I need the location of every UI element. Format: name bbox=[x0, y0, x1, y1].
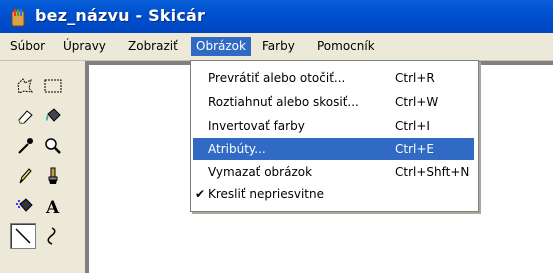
menu-item-label: Vymazať obrázok bbox=[208, 165, 313, 179]
free-form-select-icon[interactable] bbox=[12, 73, 38, 99]
window-title: bez_názvu - Skicár bbox=[35, 6, 206, 25]
svg-text:A: A bbox=[45, 198, 60, 216]
obrazok-menu: Prevrátiť alebo otočiť... Ctrl+R Roztiah… bbox=[190, 60, 479, 212]
eraser-icon[interactable] bbox=[12, 103, 38, 129]
menu-item-label: Prevrátiť alebo otočiť... bbox=[208, 71, 346, 85]
brush-icon[interactable] bbox=[40, 163, 66, 189]
menu-item-shortcut: Ctrl+I bbox=[395, 119, 430, 133]
curve-icon[interactable] bbox=[40, 223, 66, 249]
menu-item-label: Atribúty... bbox=[208, 142, 266, 156]
paint-window: bez_názvu - Skicár Súbor Úpravy Zobraziť… bbox=[0, 0, 553, 273]
menu-item-shortcut: Ctrl+Shft+N bbox=[395, 165, 470, 179]
magnifier-icon[interactable] bbox=[40, 133, 66, 159]
paint-app-icon bbox=[11, 9, 25, 27]
menu-item-label: Invertovať farby bbox=[208, 119, 305, 133]
fill-bucket-icon[interactable] bbox=[40, 103, 66, 129]
menu-obrazok[interactable]: Obrázok bbox=[191, 37, 251, 56]
menu-pomocnik[interactable]: Pomocník bbox=[312, 37, 380, 56]
menu-item-clear-image[interactable]: Vymazať obrázok Ctrl+Shft+N bbox=[193, 161, 474, 183]
checkmark-icon: ✔ bbox=[195, 187, 206, 201]
menu-item-attributes[interactable]: Atribúty... Ctrl+E bbox=[193, 138, 474, 160]
menu-item-flip-rotate[interactable]: Prevrátiť alebo otočiť... Ctrl+R bbox=[193, 67, 474, 89]
menu-item-shortcut: Ctrl+W bbox=[395, 95, 439, 109]
color-picker-icon[interactable] bbox=[12, 133, 38, 159]
menu-bar: Súbor Úpravy Zobraziť Obrázok Farby Pomo… bbox=[0, 33, 553, 61]
menu-farby[interactable]: Farby bbox=[257, 37, 300, 56]
menu-subor[interactable]: Súbor bbox=[5, 37, 50, 56]
menu-item-invert-colors[interactable]: Invertovať farby Ctrl+I bbox=[193, 115, 474, 137]
text-icon[interactable]: A bbox=[40, 193, 66, 219]
pencil-icon[interactable] bbox=[12, 163, 38, 189]
rect-select-icon[interactable] bbox=[40, 73, 66, 99]
menu-zobrazit[interactable]: Zobraziť bbox=[123, 37, 183, 56]
title-bar[interactable]: bez_názvu - Skicár bbox=[0, 0, 553, 33]
menu-upravy[interactable]: Úpravy bbox=[58, 37, 111, 56]
menu-item-shortcut: Ctrl+R bbox=[395, 71, 435, 85]
airbrush-icon[interactable] bbox=[12, 193, 38, 219]
menu-item-shortcut: Ctrl+E bbox=[395, 142, 434, 156]
menu-item-label: Roztiahnuť alebo skosiť... bbox=[208, 95, 359, 109]
menu-item-label: Kresliť nepriesvitne bbox=[208, 187, 324, 201]
line-icon[interactable] bbox=[10, 223, 36, 249]
menu-item-stretch-skew[interactable]: Roztiahnuť alebo skosiť... Ctrl+W bbox=[193, 91, 474, 113]
toolbox: A bbox=[0, 61, 85, 273]
menu-item-draw-opaque[interactable]: ✔ Kresliť nepriesvitne bbox=[193, 183, 474, 205]
